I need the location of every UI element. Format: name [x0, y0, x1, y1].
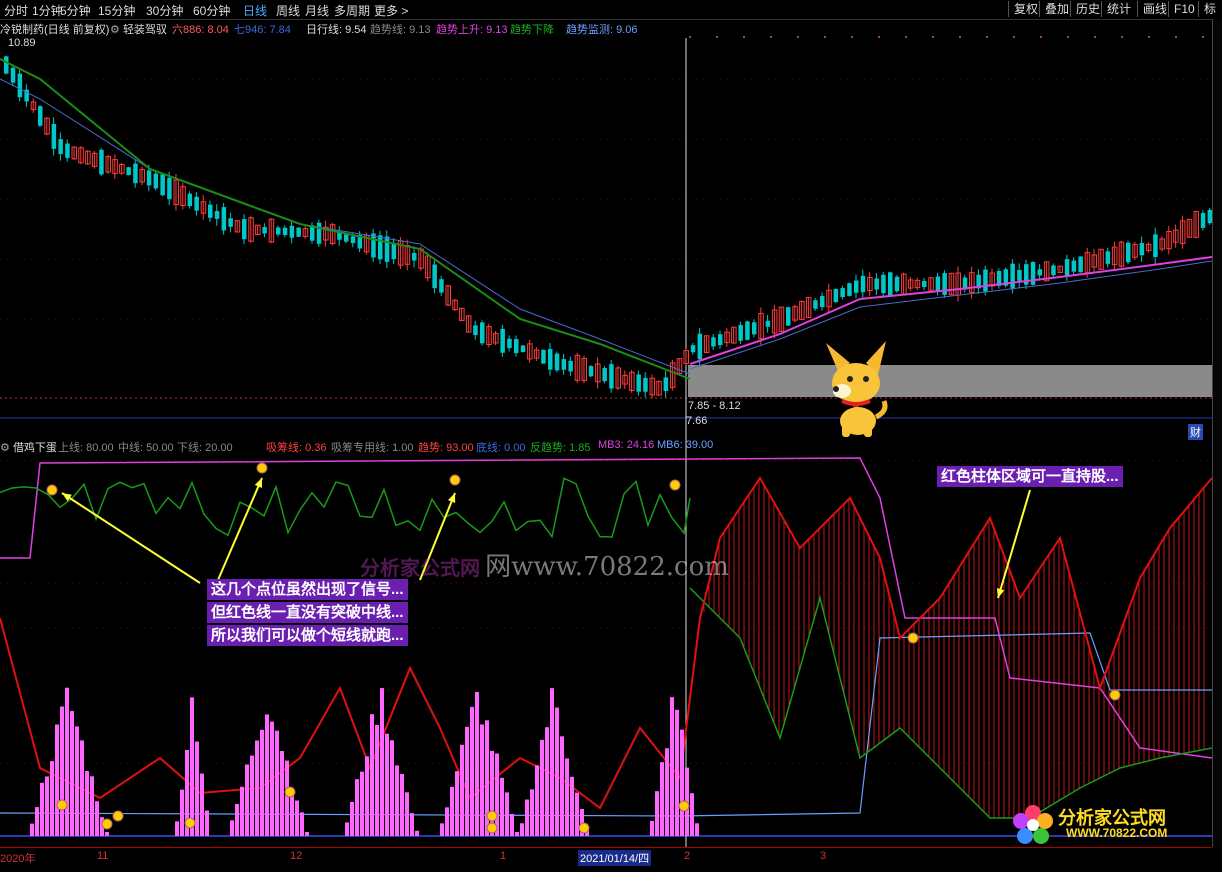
date-label-2: 12: [290, 850, 303, 862]
xichou-special-value: 吸筹专用线: 1.00: [331, 442, 414, 454]
period-10[interactable]: 更多 >: [374, 2, 408, 19]
period-9[interactable]: 多周期: [334, 2, 370, 19]
reverse-trend-value: 反趋势: 1.85: [530, 442, 591, 454]
watermark-net: 网: [485, 552, 512, 582]
lower-indicator-name[interactable]: ⚙ 借鸡下蛋: [0, 439, 57, 455]
period-1[interactable]: 1分钟: [32, 2, 63, 19]
flower-logo-icon: [1013, 805, 1053, 844]
trend-down-value: 趋势下降: [510, 24, 554, 36]
toolbar-button-5[interactable]: F10: [1168, 1, 1200, 17]
toolbar-button-4[interactable]: 画线: [1137, 1, 1172, 17]
indicator-chart: [0, 438, 1213, 847]
candlestick-panel[interactable]: 冷锐制药(日线 前复权) ⚙ 轻装驾驭 六886: 8.04 七946: 7.8…: [0, 19, 1213, 440]
gear-icon: ⚙: [0, 442, 10, 454]
toolbar-button-3[interactable]: 统计: [1101, 1, 1136, 17]
period-5[interactable]: 60分钟: [193, 2, 230, 19]
toolbar-button-2[interactable]: 历史: [1070, 1, 1105, 17]
trendline-value: 趋势线: 9.13: [370, 24, 431, 36]
rixing-value: 日行线: 9.54: [306, 24, 367, 36]
xichou-value: 吸筹线: 0.36: [266, 442, 327, 454]
date-axis: 2020年 11 12 1 2021/01/14/四 2 3: [0, 847, 1212, 872]
site-logo: 分析家公式网 WWW.70822.COM: [1012, 804, 1212, 846]
trend-monitor-value: 趋势监测: 9.06: [566, 24, 638, 36]
period-3[interactable]: 15分钟: [98, 2, 135, 19]
period-6[interactable]: 日线: [243, 2, 267, 19]
range-price-label: 7.85 - 8.12: [688, 400, 741, 412]
indicator-label: 轻装驾驭: [122, 24, 167, 36]
trend-value: 趋势: 93.00: [418, 442, 474, 454]
candlestick-chart: [0, 36, 1213, 438]
date-label-1: 11: [97, 850, 109, 862]
watermark-cn: 分析家公式网: [360, 556, 480, 580]
trend-up-value: 趋势上升: 9.13: [436, 24, 508, 36]
callout-left-1: 这几个点位虽然出现了信号...: [207, 579, 408, 600]
lower-indicator-label: 借鸡下蛋: [12, 442, 57, 454]
period-2[interactable]: 5分钟: [60, 2, 91, 19]
toolbar-button-0[interactable]: 复权: [1008, 1, 1043, 17]
date-label-3: 1: [500, 850, 507, 862]
period-0[interactable]: 分时: [4, 2, 28, 19]
low-price-label: 7.66: [686, 415, 708, 427]
mid-line-value: 中线: 50.00: [118, 442, 174, 454]
logo-url: WWW.70822.COM: [1066, 826, 1168, 840]
indicator-panel[interactable]: ⚙ 借鸡下蛋 上线: 80.00 中线: 50.00 下线: 20.00 吸筹线…: [0, 438, 1213, 847]
callout-left-2: 但红色线一直没有突破中线...: [207, 602, 408, 623]
period-7[interactable]: 周线: [276, 2, 300, 19]
period-8[interactable]: 月线: [305, 2, 329, 19]
lower-line-value: 下线: 20.00: [177, 442, 233, 454]
date-label-0: 2020年: [0, 853, 36, 865]
date-label-5: 2: [684, 850, 691, 862]
indicator-name[interactable]: ⚙ 轻装驾驭: [110, 21, 167, 37]
upper-line-value: 上线: 80.00: [58, 442, 114, 454]
date-label-4: 2021/01/14/四: [578, 850, 652, 866]
watermark-url: www.70822.com: [511, 552, 729, 582]
period-4[interactable]: 30分钟: [146, 2, 183, 19]
period-toolbar: 分时 1分钟 5分钟 15分钟 30分钟 60分钟 日线 周线 月线 多周期 更多 > 复权 叠加 历史统…: [0, 0, 1222, 20]
dog-mascot-icon: [826, 341, 888, 437]
toolbar-button-6[interactable]: 标: [1198, 1, 1221, 17]
ma6-value: 六886: 8.04: [172, 24, 229, 36]
mb3-value: MB3: 24.16: [598, 439, 655, 451]
mb6-value: MB6: 39.00: [657, 439, 714, 451]
callout-right: 红色柱体区域可一直持股...: [937, 466, 1123, 487]
ma7-value: 七946: 7.84: [234, 24, 291, 36]
date-label-6: 3: [820, 850, 827, 862]
stock-title: 冷锐制药(日线 前复权): [0, 24, 110, 36]
gear-icon: ⚙: [110, 24, 120, 36]
right-scrollbar[interactable]: [1212, 19, 1222, 847]
callout-left-3: 所以我们可以做个短线就跑...: [207, 625, 408, 646]
baseline-value: 底线: 0.00: [476, 442, 526, 454]
toolbar-button-1[interactable]: 叠加: [1039, 1, 1074, 17]
high-price-label: 10.89: [8, 37, 36, 49]
watermark: 分析家公式网 网www.70822.com: [360, 546, 729, 583]
